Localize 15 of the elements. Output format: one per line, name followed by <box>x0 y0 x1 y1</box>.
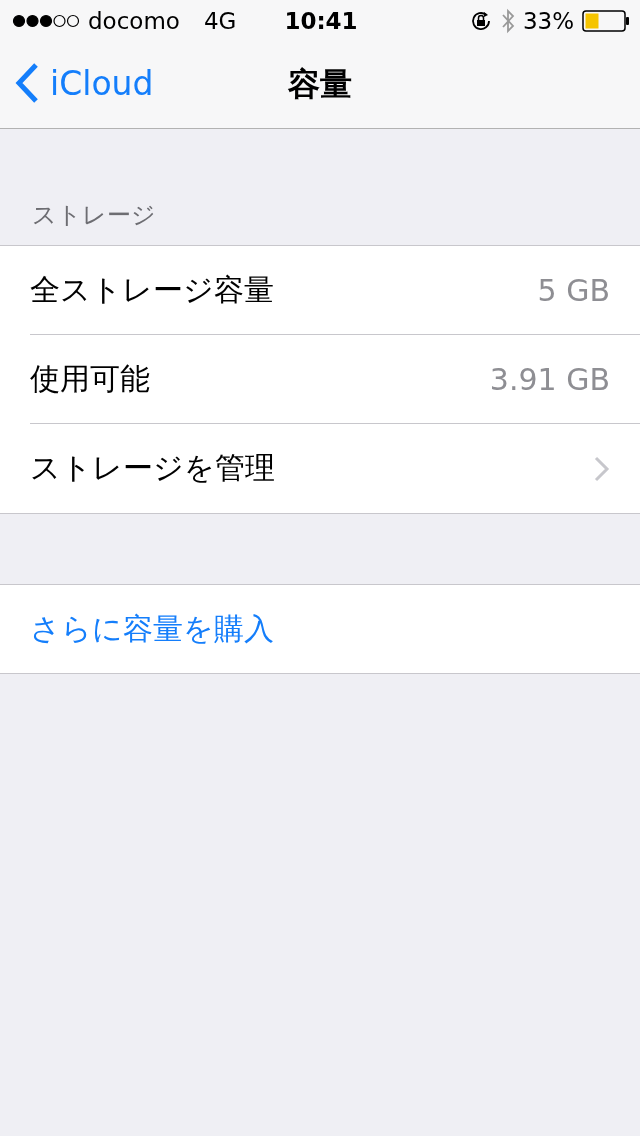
section-header: ストレージ <box>31 200 157 231</box>
info-row: 全ストレージ容量 5 GB <box>30 246 640 335</box>
network-type: 4G <box>203 8 237 34</box>
bluetooth-icon <box>500 8 515 34</box>
battery-icon <box>582 10 630 32</box>
chevron-left-icon <box>14 62 40 104</box>
page-title: 容量 <box>288 64 352 105</box>
chevron-right-icon <box>594 455 610 482</box>
signal-icon <box>12 14 80 28</box>
clock: 10:41 <box>284 8 358 34</box>
carrier-name: docomo <box>88 8 180 34</box>
info-row: 使用可能 3.91 GB <box>30 335 640 424</box>
battery-percent: 33% <box>522 8 574 34</box>
list-item[interactable]: ストレージを管理 <box>30 424 640 513</box>
back-button[interactable]: iCloud <box>14 62 154 104</box>
